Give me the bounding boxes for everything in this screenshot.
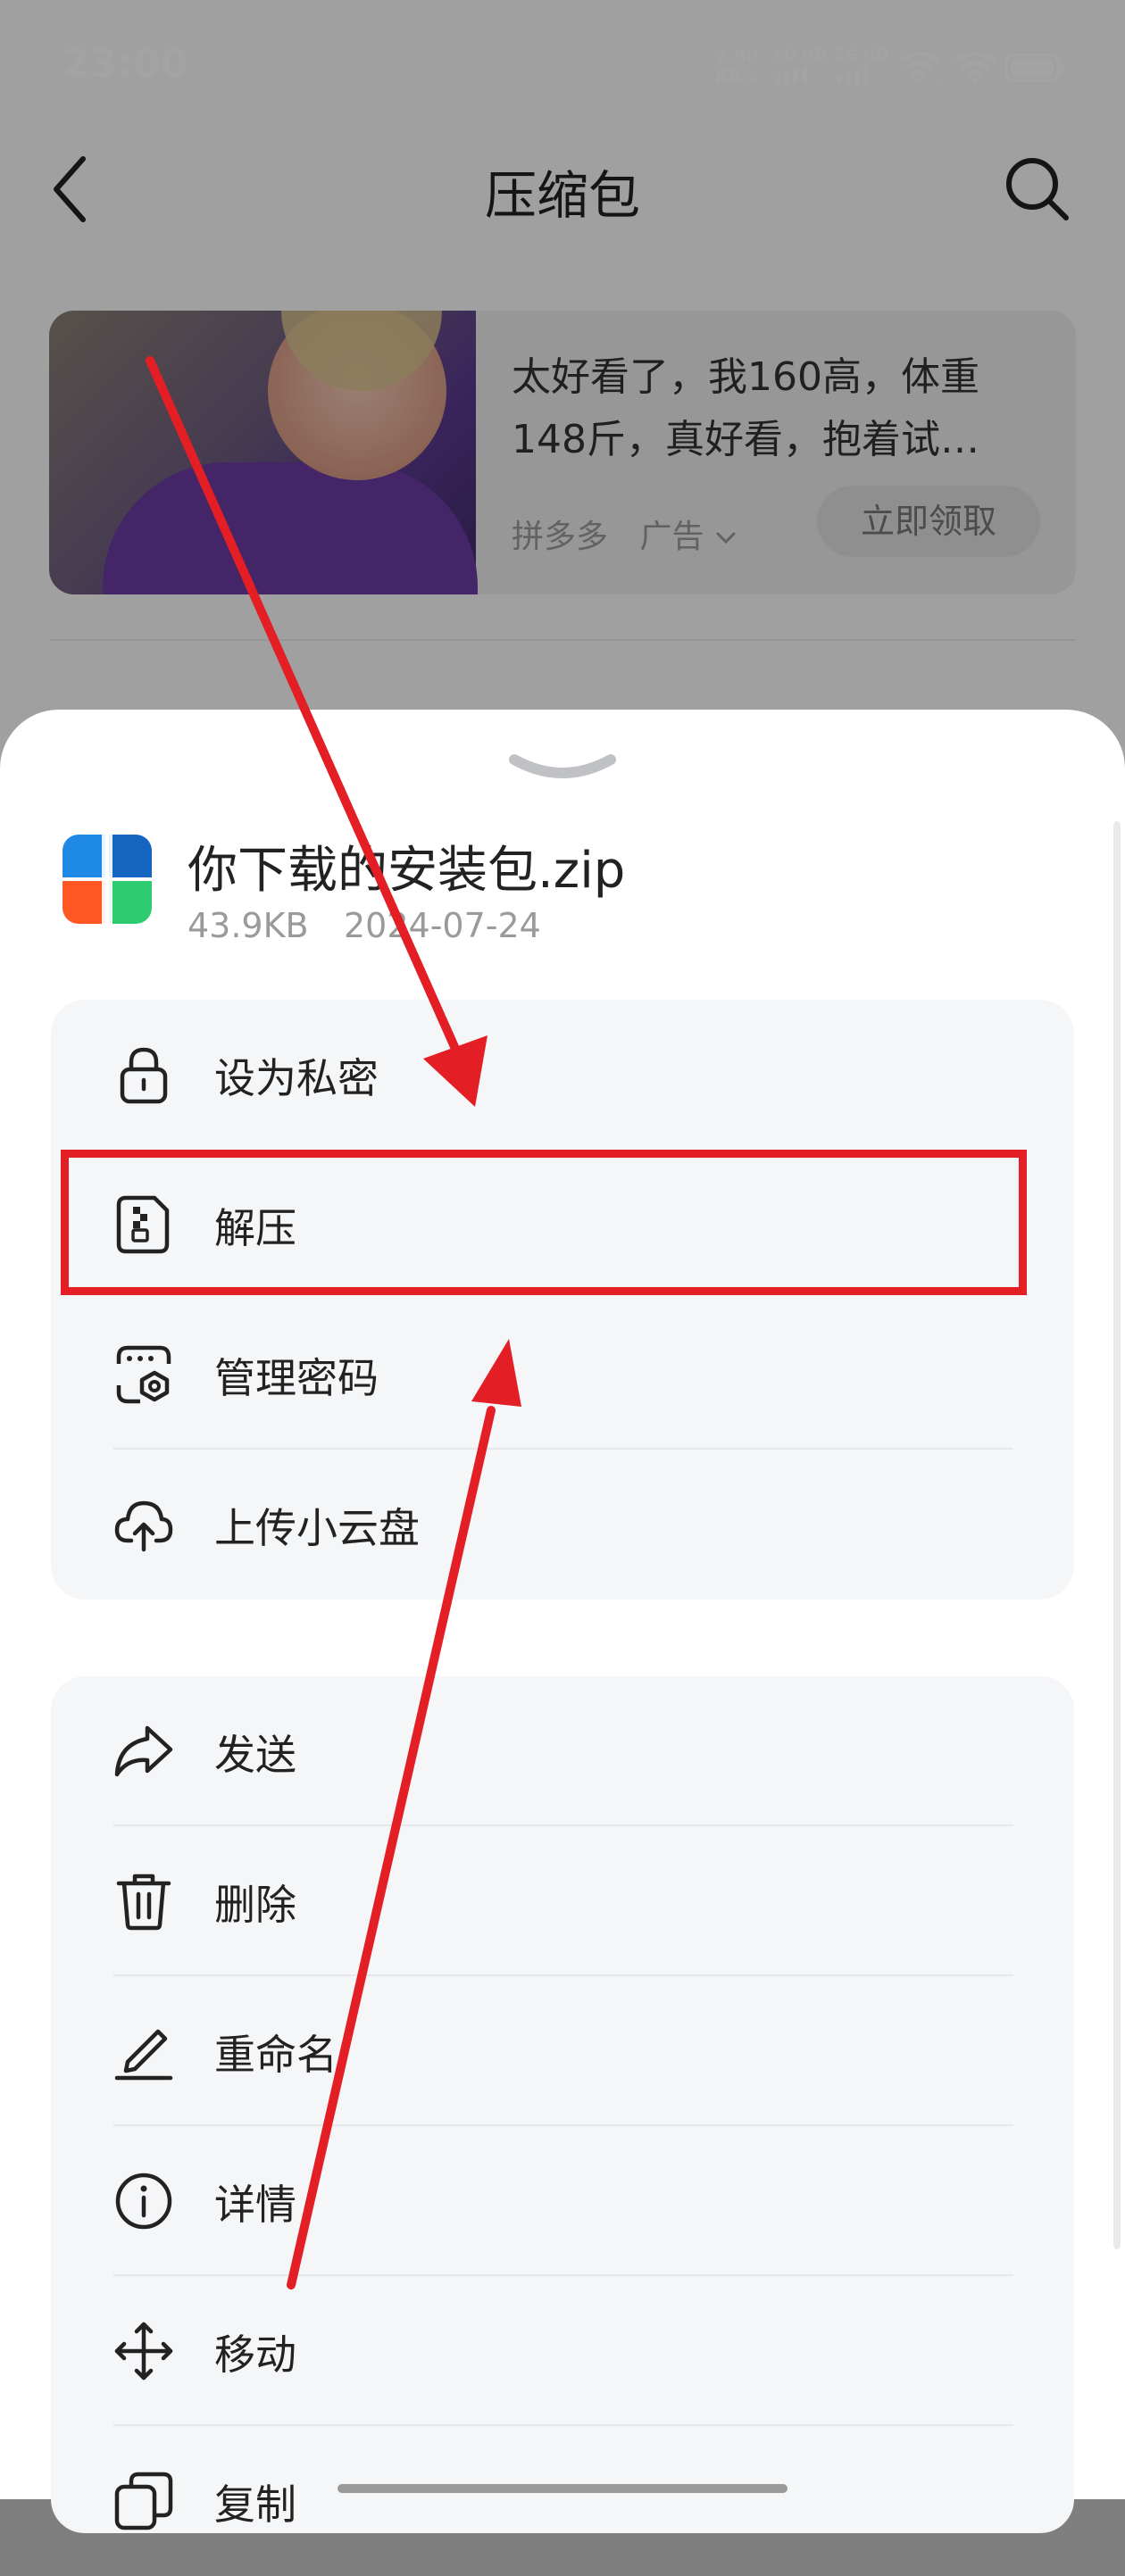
menu-group-primary: 设为私密 解压 管理密码 上传小云盘: [51, 1000, 1074, 1600]
menu-item-label: 详情: [214, 2181, 296, 2229]
rename-icon: [114, 2029, 173, 2081]
file-date: 2024-07-24: [344, 906, 541, 945]
trash-icon: [116, 1874, 171, 1931]
copy-icon: [114, 2472, 173, 2530]
menu-item-label: 管理密码: [214, 1354, 379, 1402]
info-icon: [115, 2173, 172, 2230]
menu-item-label: 复制: [214, 2480, 296, 2529]
menu-item-label: 删除: [214, 1881, 296, 1929]
menu-item-label: 上传小云盘: [214, 1504, 420, 1552]
manage-password-icon: [116, 1345, 171, 1404]
menu-item-label: 重命名: [214, 2031, 338, 2079]
menu-item-label: 设为私密: [214, 1054, 379, 1102]
file-name: 你下载的安装包.zip: [188, 842, 626, 900]
move-icon: [114, 2322, 173, 2381]
menu-item-set-private[interactable]: 设为私密: [51, 1000, 1074, 1150]
menu-item-move[interactable]: 移动: [51, 2276, 1074, 2426]
menu-item-delete[interactable]: 删除: [51, 1826, 1074, 1976]
file-size: 43.9KB: [188, 906, 309, 945]
menu-item-rename[interactable]: 重命名: [51, 1976, 1074, 2126]
menu-item-manage-password[interactable]: 管理密码: [51, 1300, 1074, 1450]
zip-file-icon: [62, 835, 152, 924]
menu-item-send[interactable]: 发送: [51, 1676, 1074, 1826]
home-indicator[interactable]: [338, 2484, 788, 2493]
lock-icon: [120, 1047, 168, 1104]
menu-item-label: 发送: [214, 1731, 296, 1779]
menu-item-upload-cloud[interactable]: 上传小云盘: [51, 1450, 1074, 1600]
scrollbar[interactable]: [1113, 821, 1121, 2249]
send-icon: [114, 1725, 173, 1777]
cloud-upload-icon: [114, 1500, 173, 1552]
menu-item-label: 移动: [214, 2331, 296, 2379]
menu-group-secondary: 发送 删除 重命名 详情 移动 复制: [51, 1676, 1074, 2533]
menu-item-copy[interactable]: 复制: [51, 2426, 1074, 2576]
sheet-collapse-handle-icon[interactable]: [507, 752, 618, 785]
menu-item-details[interactable]: 详情: [51, 2126, 1074, 2276]
annotation-highlight-box: [61, 1150, 1027, 1295]
